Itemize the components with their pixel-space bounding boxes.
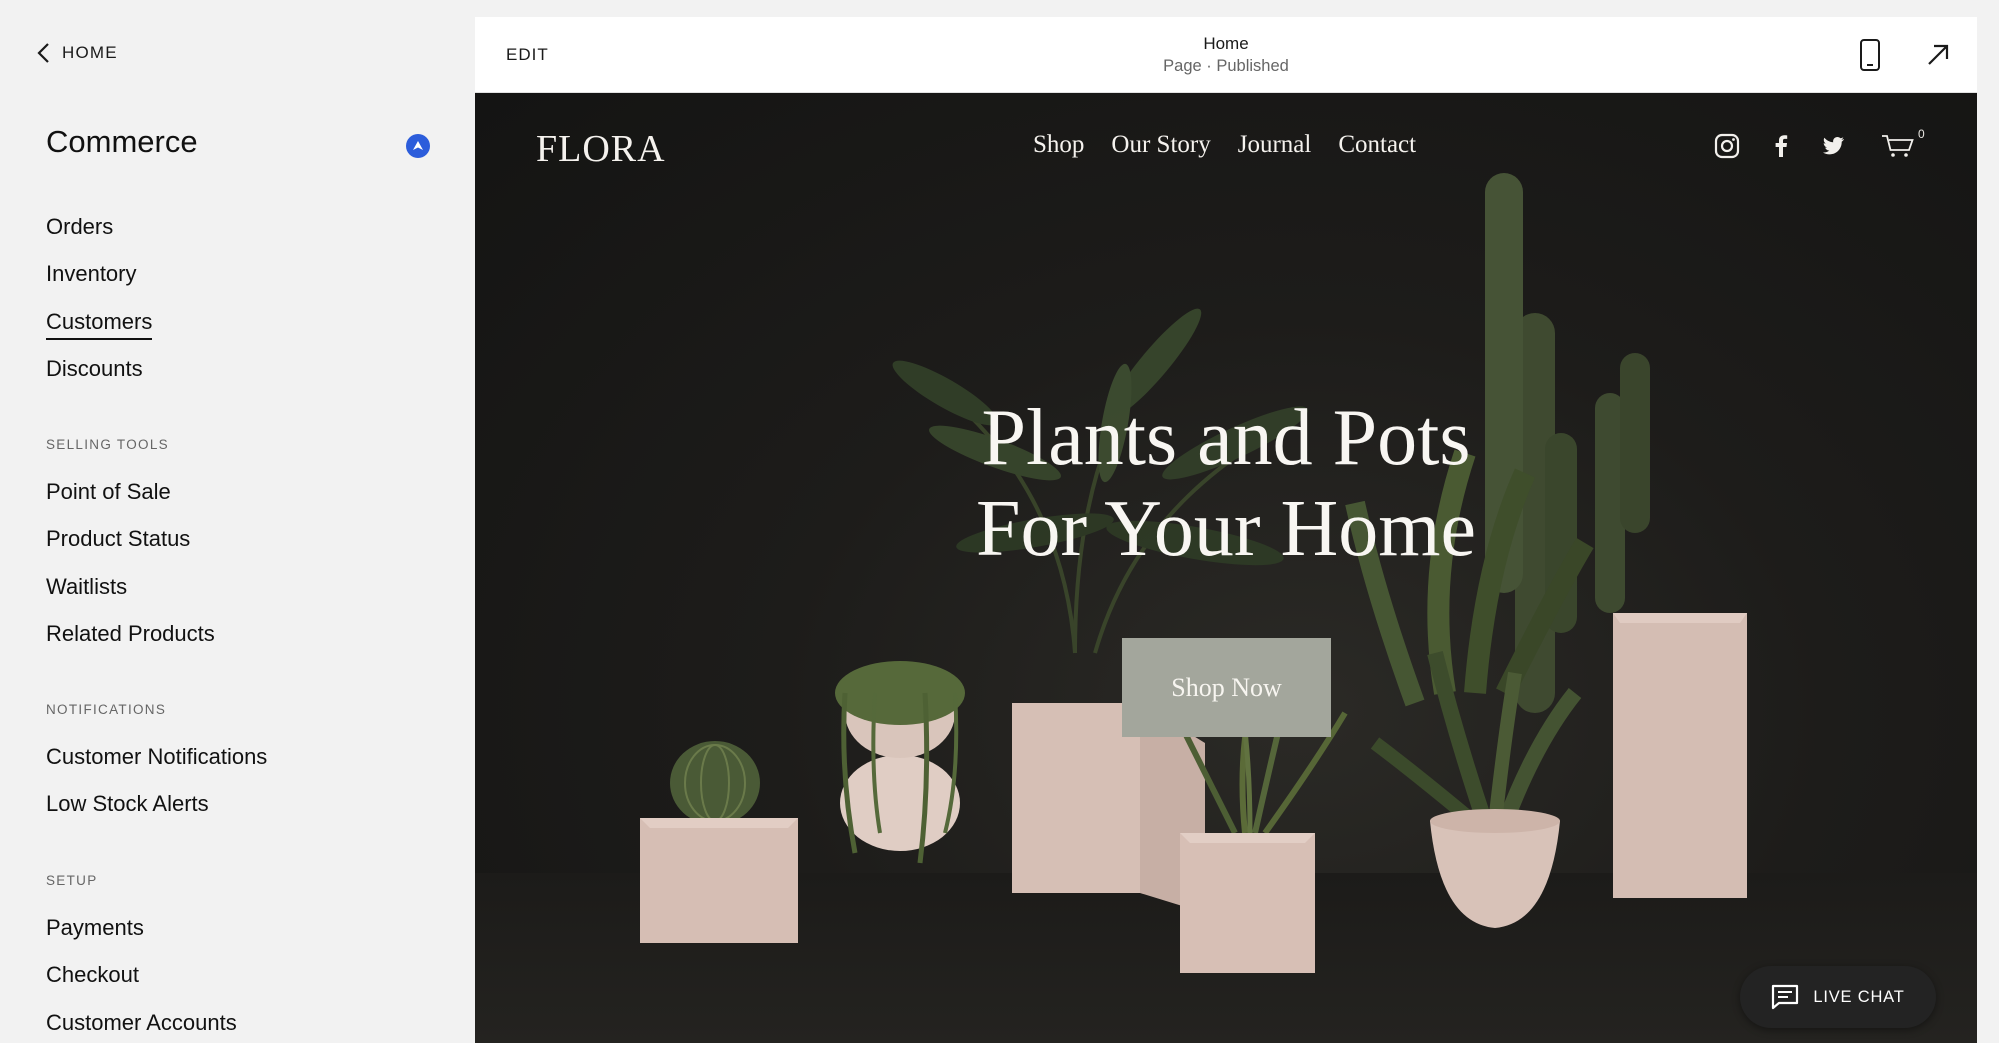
site-preview-frame: EDIT Home Page · Published FLORA Shop Ou… bbox=[475, 17, 1977, 1043]
sidebar-item-checkout[interactable]: Checkout bbox=[46, 951, 237, 998]
section-title: Commerce bbox=[46, 124, 198, 159]
group-heading-setup: SETUP bbox=[46, 873, 98, 888]
hero-title-line1: Plants and Pots bbox=[981, 394, 1471, 482]
sidebar-item-point-of-sale[interactable]: Point of Sale bbox=[46, 468, 215, 515]
preview-toolbar: EDIT Home Page · Published bbox=[475, 17, 1977, 93]
sidebar-item-waitlists[interactable]: Waitlists bbox=[46, 563, 215, 610]
live-chat-button[interactable]: LIVE CHAT bbox=[1740, 966, 1936, 1028]
cart-count: 0 bbox=[1918, 127, 1925, 141]
chevron-left-icon bbox=[37, 43, 49, 63]
small-cube-pot-left bbox=[640, 818, 798, 943]
sidebar-item-discounts[interactable]: Discounts bbox=[46, 345, 152, 392]
sidebar-item-orders[interactable]: Orders bbox=[46, 203, 152, 250]
page-info: Home Page · Published bbox=[475, 34, 1977, 76]
notifications-nav: Customer Notifications Low Stock Alerts bbox=[46, 733, 267, 828]
back-to-home-link[interactable]: HOME bbox=[36, 42, 118, 64]
mobile-view-icon[interactable] bbox=[1859, 38, 1881, 72]
tall-pot-right bbox=[1613, 613, 1747, 898]
hero-title: Plants and Pots For Your Home bbox=[475, 393, 1977, 575]
main-nav: Orders Inventory Customers Discounts bbox=[46, 203, 153, 393]
page-name: Home bbox=[1203, 34, 1249, 53]
commerce-sidebar: HOME Commerce Orders Inventory Customers… bbox=[0, 0, 474, 1043]
back-label: HOME bbox=[62, 43, 118, 62]
shop-now-button[interactable]: Shop Now bbox=[1122, 638, 1331, 737]
twitter-icon[interactable] bbox=[1820, 133, 1846, 159]
hero-section: FLORA Shop Our Story Journal Contact 0 P… bbox=[475, 93, 1977, 1043]
sidebar-item-payments[interactable]: Payments bbox=[46, 904, 237, 951]
instagram-icon[interactable] bbox=[1714, 133, 1740, 159]
sidebar-item-inventory[interactable]: Inventory bbox=[46, 250, 152, 297]
string-of-pearls-pot bbox=[835, 661, 965, 864]
setup-nav: Payments Checkout Customer Accounts bbox=[46, 904, 237, 1043]
hero-title-line2: For Your Home bbox=[975, 485, 1477, 573]
site-nav-shop[interactable]: Shop bbox=[1033, 131, 1084, 159]
site-logo[interactable]: FLORA bbox=[536, 127, 666, 171]
group-heading-selling-tools: SELLING TOOLS bbox=[46, 437, 169, 452]
notification-badge-icon[interactable] bbox=[406, 134, 430, 158]
chat-bubble-icon bbox=[1772, 984, 1799, 1010]
live-chat-label: LIVE CHAT bbox=[1813, 987, 1905, 1006]
group-heading-notifications: NOTIFICATIONS bbox=[46, 702, 167, 717]
small-cube-pot-center bbox=[1180, 833, 1315, 973]
sidebar-item-customer-accounts[interactable]: Customer Accounts bbox=[46, 999, 237, 1043]
sidebar-item-customers[interactable]: Customers bbox=[46, 298, 153, 345]
facebook-icon[interactable] bbox=[1768, 133, 1794, 159]
site-nav-contact[interactable]: Contact bbox=[1338, 131, 1416, 159]
open-external-icon[interactable] bbox=[1926, 43, 1950, 67]
sidebar-item-customer-notifications[interactable]: Customer Notifications bbox=[46, 733, 267, 780]
sidebar-item-low-stock-alerts[interactable]: Low Stock Alerts bbox=[46, 780, 267, 827]
sidebar-item-related-products[interactable]: Related Products bbox=[46, 610, 215, 657]
site-nav-journal[interactable]: Journal bbox=[1238, 131, 1312, 159]
site-nav-our-story[interactable]: Our Story bbox=[1111, 131, 1210, 159]
site-nav: Shop Our Story Journal Contact bbox=[1033, 131, 1416, 159]
sidebar-item-product-status[interactable]: Product Status bbox=[46, 515, 215, 562]
selling-tools-nav: Point of Sale Product Status Waitlists R… bbox=[46, 468, 215, 658]
page-status: Page · Published bbox=[1163, 57, 1289, 75]
cart-icon[interactable] bbox=[1881, 133, 1915, 159]
barrel-cactus bbox=[670, 741, 760, 825]
